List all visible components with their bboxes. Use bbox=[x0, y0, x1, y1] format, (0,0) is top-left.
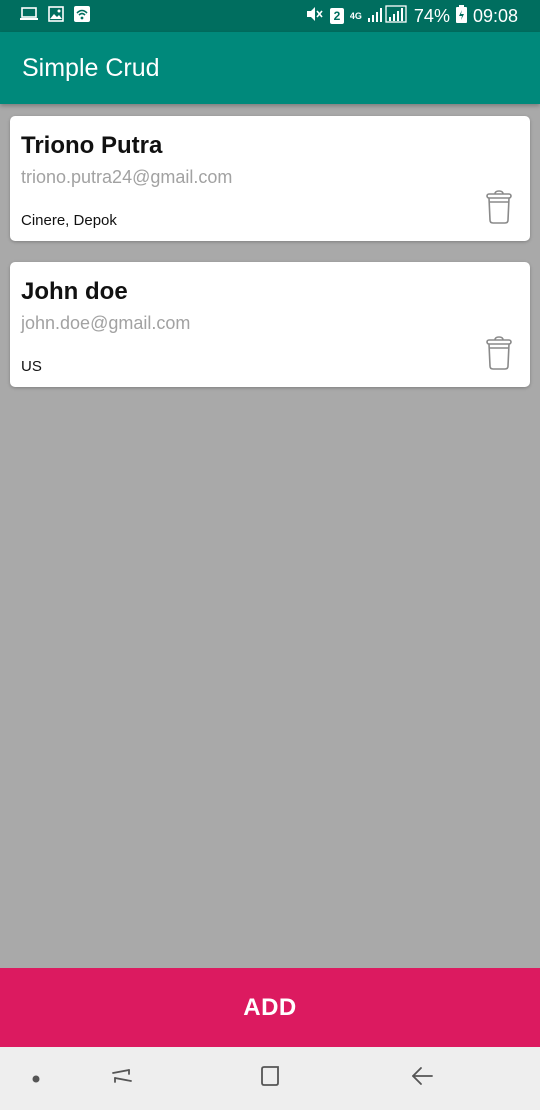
contact-email: triono.putra24@gmail.com bbox=[21, 167, 233, 187]
image-icon bbox=[48, 5, 64, 27]
contact-card[interactable]: John doe john.doe@gmail.com US bbox=[10, 262, 530, 387]
status-right: 2 4G 74% 09:08 bbox=[306, 4, 518, 28]
back-icon bbox=[410, 1064, 434, 1093]
home-icon bbox=[258, 1064, 282, 1093]
app-title: Simple Crud bbox=[22, 53, 160, 82]
home-button[interactable] bbox=[248, 1047, 292, 1110]
add-button[interactable]: ADD bbox=[0, 968, 540, 1047]
trash-icon bbox=[486, 335, 512, 375]
contact-list: Triono Putra triono.putra24@gmail.com Ci… bbox=[10, 116, 530, 408]
contact-card[interactable]: Triono Putra triono.putra24@gmail.com Ci… bbox=[10, 116, 530, 241]
contact-email: john.doe@gmail.com bbox=[21, 313, 191, 333]
status-left bbox=[20, 5, 90, 27]
delete-button[interactable] bbox=[486, 335, 512, 375]
back-button[interactable] bbox=[400, 1047, 444, 1110]
battery-icon bbox=[455, 4, 467, 28]
recent-apps-icon bbox=[110, 1064, 134, 1093]
recent-apps-button[interactable] bbox=[100, 1047, 144, 1110]
network-type-label: 4G bbox=[349, 10, 362, 21]
signal-icon bbox=[367, 4, 408, 28]
delete-button[interactable] bbox=[486, 189, 512, 229]
contact-name: John doe bbox=[21, 278, 128, 305]
app-bar: Simple Crud bbox=[0, 32, 540, 104]
nav-dot-button[interactable] bbox=[20, 1047, 52, 1110]
contact-name: Triono Putra bbox=[21, 132, 163, 159]
contact-address: Cinere, Depok bbox=[21, 212, 117, 229]
contact-address: US bbox=[21, 358, 42, 375]
sim-slot-badge: 2 bbox=[329, 8, 344, 24]
wifi-hotspot-icon bbox=[74, 5, 90, 27]
status-bar: 2 4G 74% 09:08 bbox=[0, 0, 540, 32]
monitor-icon bbox=[20, 6, 38, 27]
dot-icon bbox=[32, 1070, 40, 1088]
mute-icon bbox=[306, 6, 324, 27]
navigation-bar bbox=[0, 1047, 540, 1110]
clock: 09:08 bbox=[472, 5, 518, 26]
trash-icon bbox=[486, 189, 512, 229]
battery-percent: 74% bbox=[413, 5, 450, 26]
